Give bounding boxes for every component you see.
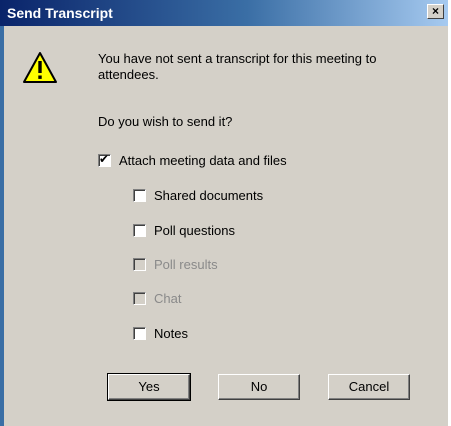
notes-label: Notes [154, 325, 188, 341]
warning-icon [23, 52, 57, 83]
chat-checkbox [133, 291, 146, 305]
notes-checkbox-row[interactable]: Notes [133, 325, 188, 341]
attach-data-label: Attach meeting data and files [119, 152, 287, 168]
poll-results-checkbox [133, 257, 146, 271]
attach-data-checkbox[interactable]: ✔ [98, 152, 111, 167]
close-icon: × [431, 4, 439, 18]
message-text: You have not sent a transcript for this … [98, 51, 377, 82]
chat-label: Chat [154, 290, 182, 306]
poll-questions-label: Poll questions [154, 222, 235, 238]
notes-checkbox[interactable] [133, 326, 146, 340]
poll-results-label: Poll results [154, 256, 218, 272]
question-text: Do you wish to send it? [98, 114, 233, 129]
no-button[interactable]: No [218, 374, 300, 400]
poll-questions-checkbox[interactable] [133, 223, 146, 237]
shared-documents-checkbox-row[interactable]: Shared documents [133, 187, 263, 203]
send-transcript-dialog: Send Transcript × You have not sent a tr… [0, 0, 451, 426]
attach-data-checkbox-row[interactable]: ✔ Attach meeting data and files [98, 152, 287, 168]
poll-results-checkbox-row: Poll results [133, 256, 218, 272]
poll-questions-checkbox-row[interactable]: Poll questions [133, 222, 235, 238]
window-title: Send Transcript [7, 5, 113, 21]
close-button[interactable]: × [427, 4, 444, 19]
chat-checkbox-row: Chat [133, 290, 181, 306]
title-bar[interactable]: Send Transcript × [0, 0, 448, 26]
shared-documents-label: Shared documents [154, 187, 264, 203]
cancel-button[interactable]: Cancel [328, 374, 410, 400]
yes-button[interactable]: Yes [107, 373, 191, 401]
shared-documents-checkbox[interactable] [133, 188, 146, 202]
